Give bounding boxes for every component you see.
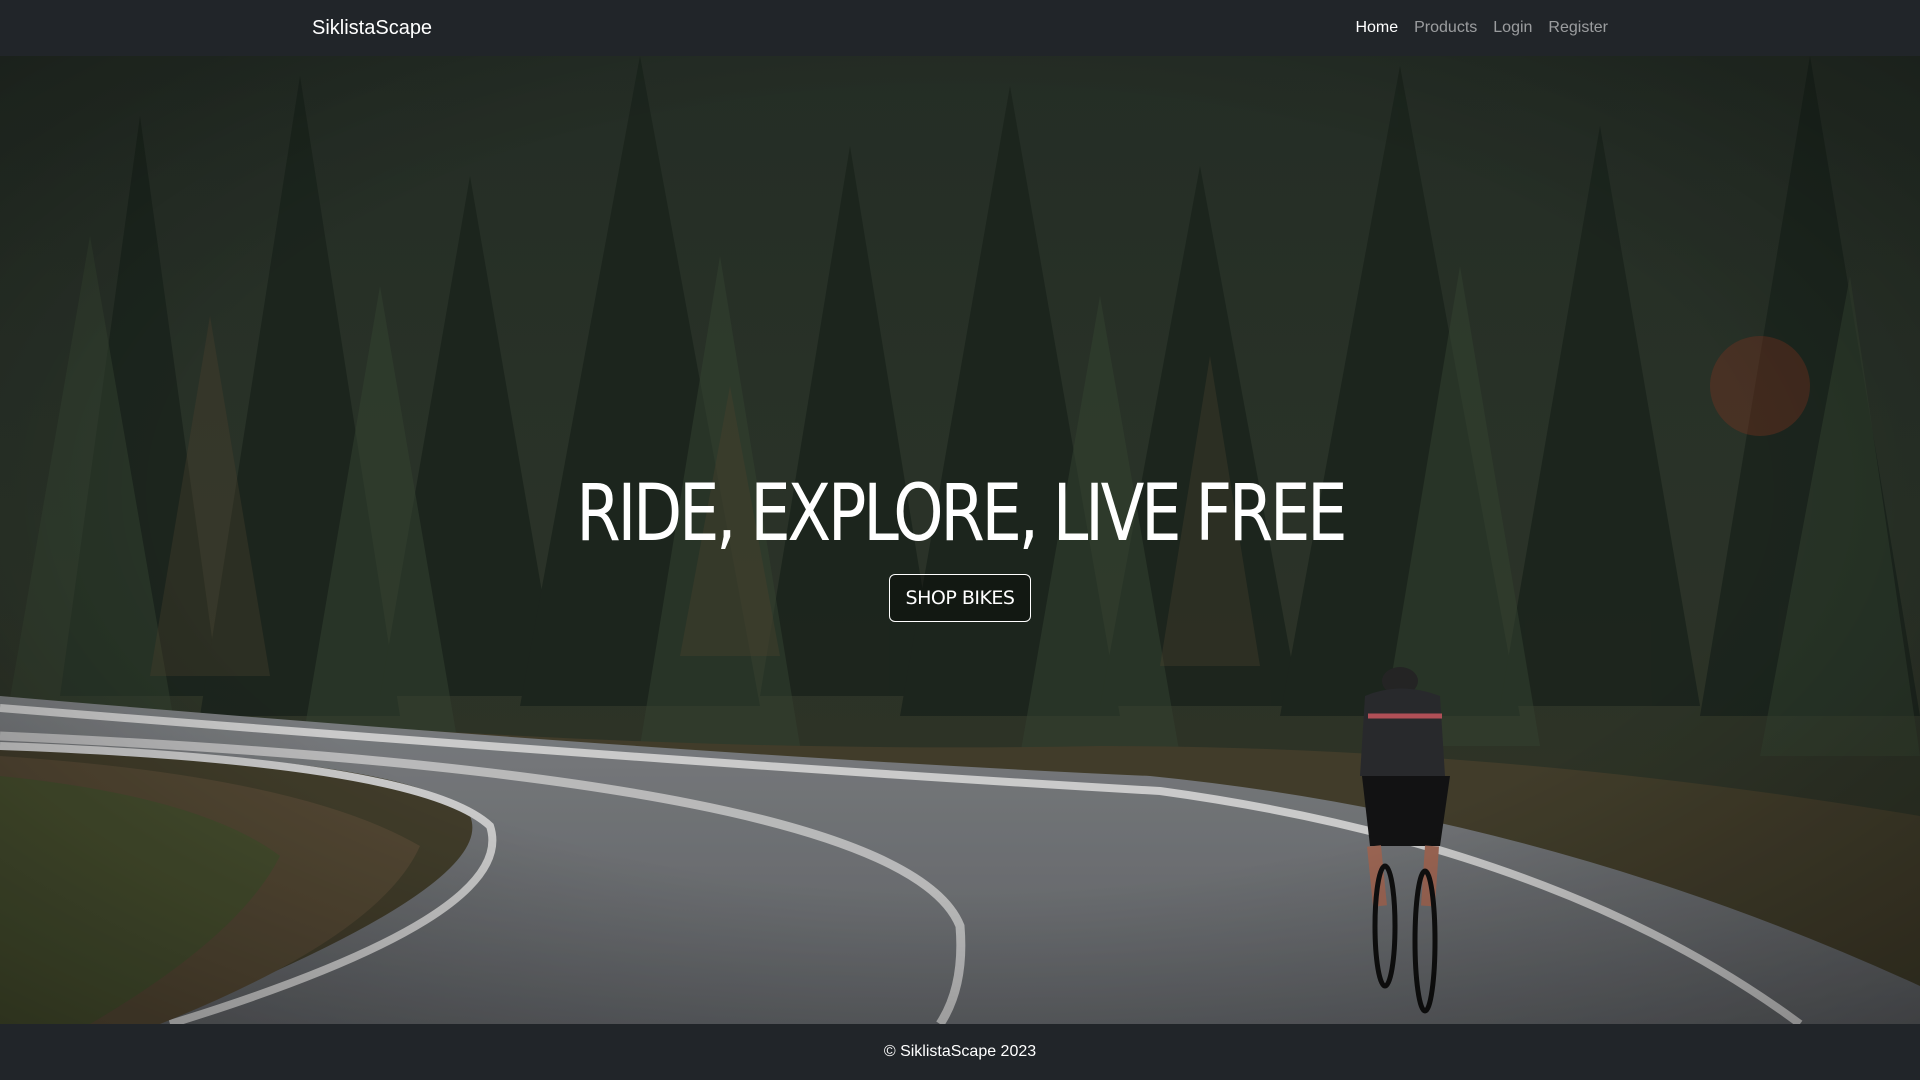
brand-logo[interactable]: SiklistaScape xyxy=(312,15,432,41)
nav-link-home[interactable]: Home xyxy=(1347,18,1406,38)
footer: © SiklistaScape 2023 xyxy=(0,1024,1920,1080)
footer-copyright: © SiklistaScape 2023 xyxy=(883,1043,1037,1060)
nav-link-login[interactable]: Login xyxy=(1485,18,1540,38)
nav-link-products[interactable]: Products xyxy=(1406,18,1485,38)
hero-content: RIDE, EXPLORE, LIVE FREE SHOP BIKES xyxy=(0,466,1920,622)
hero-title: RIDE, EXPLORE, LIVE FREE xyxy=(576,469,1347,559)
shop-bikes-button[interactable]: SHOP BIKES xyxy=(888,574,1032,622)
hero-section: RIDE, EXPLORE, LIVE FREE SHOP BIKES xyxy=(0,56,1920,1024)
nav-links: Home Products Login Register xyxy=(1347,18,1608,38)
navbar: SiklistaScape Home Products Login Regist… xyxy=(0,0,1920,56)
nav-link-register[interactable]: Register xyxy=(1540,18,1608,38)
